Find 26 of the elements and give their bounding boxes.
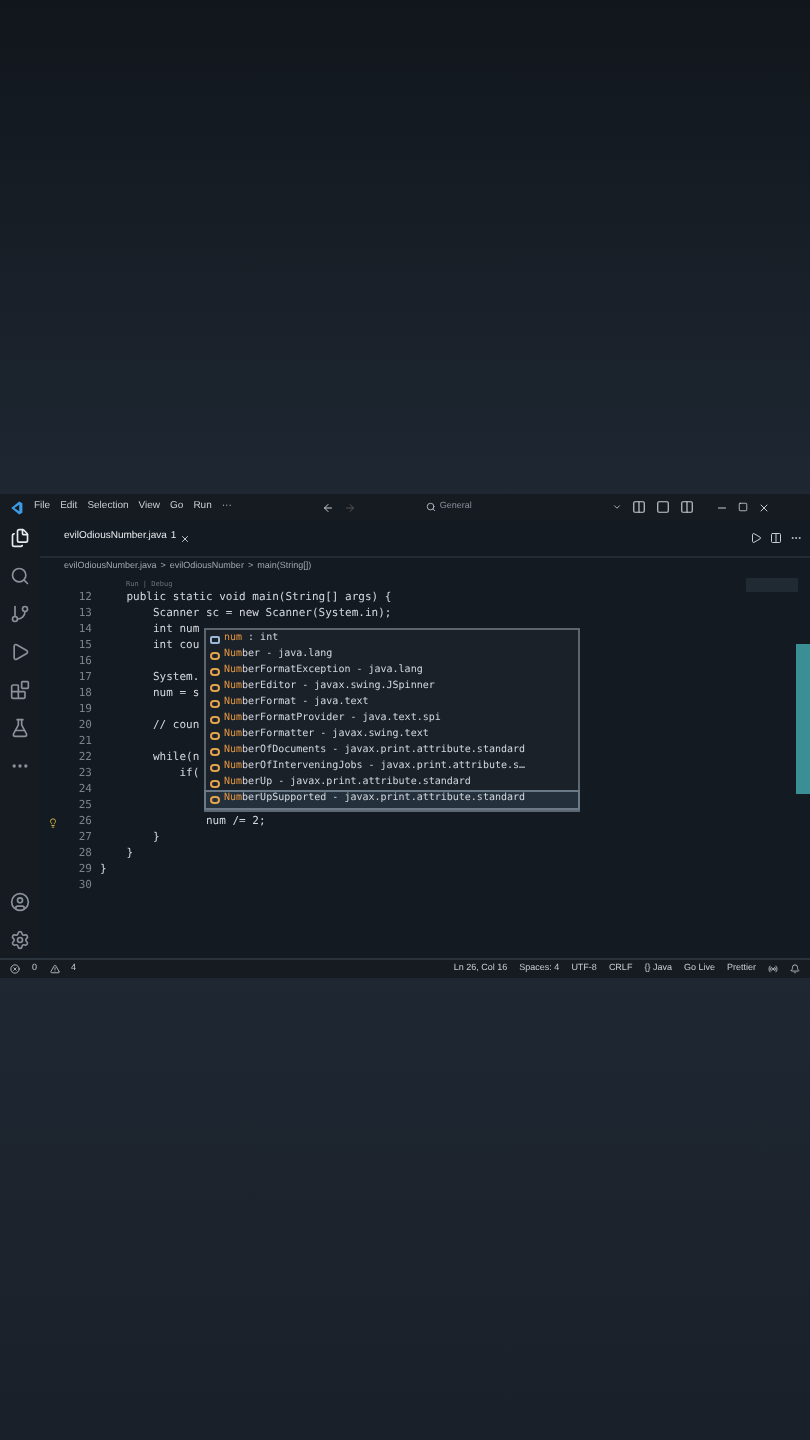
play-icon[interactable]	[10, 642, 30, 662]
branch-icon[interactable]	[10, 604, 30, 624]
search-icon	[425, 502, 436, 512]
run-icon[interactable]	[750, 532, 762, 544]
settings-icon[interactable]	[10, 930, 30, 950]
minimize-icon[interactable]	[715, 501, 728, 513]
back-arrow-icon[interactable]	[321, 501, 334, 513]
app-logo-icon	[8, 499, 24, 515]
layout-icon[interactable]	[631, 500, 646, 514]
broadcast-icon[interactable]	[768, 964, 778, 974]
maximize-icon[interactable]	[737, 502, 748, 512]
account-icon[interactable]	[10, 892, 30, 912]
search-icon[interactable]	[10, 566, 30, 586]
warning-icon[interactable]	[49, 964, 60, 974]
files-icon[interactable]	[10, 528, 30, 548]
error-icon[interactable]	[10, 964, 20, 974]
lightbulb-icon[interactable]	[47, 817, 57, 827]
close-icon[interactable]	[757, 501, 770, 513]
layout-icon[interactable]	[679, 500, 694, 514]
variable-icon	[210, 636, 220, 644]
blocks-icon[interactable]	[10, 680, 30, 700]
flask-icon[interactable]	[10, 718, 30, 738]
panel-icon[interactable]	[655, 500, 670, 514]
split-editor-icon[interactable]	[770, 532, 782, 544]
bell-icon[interactable]	[790, 964, 800, 974]
chevron-icon[interactable]	[611, 502, 622, 512]
